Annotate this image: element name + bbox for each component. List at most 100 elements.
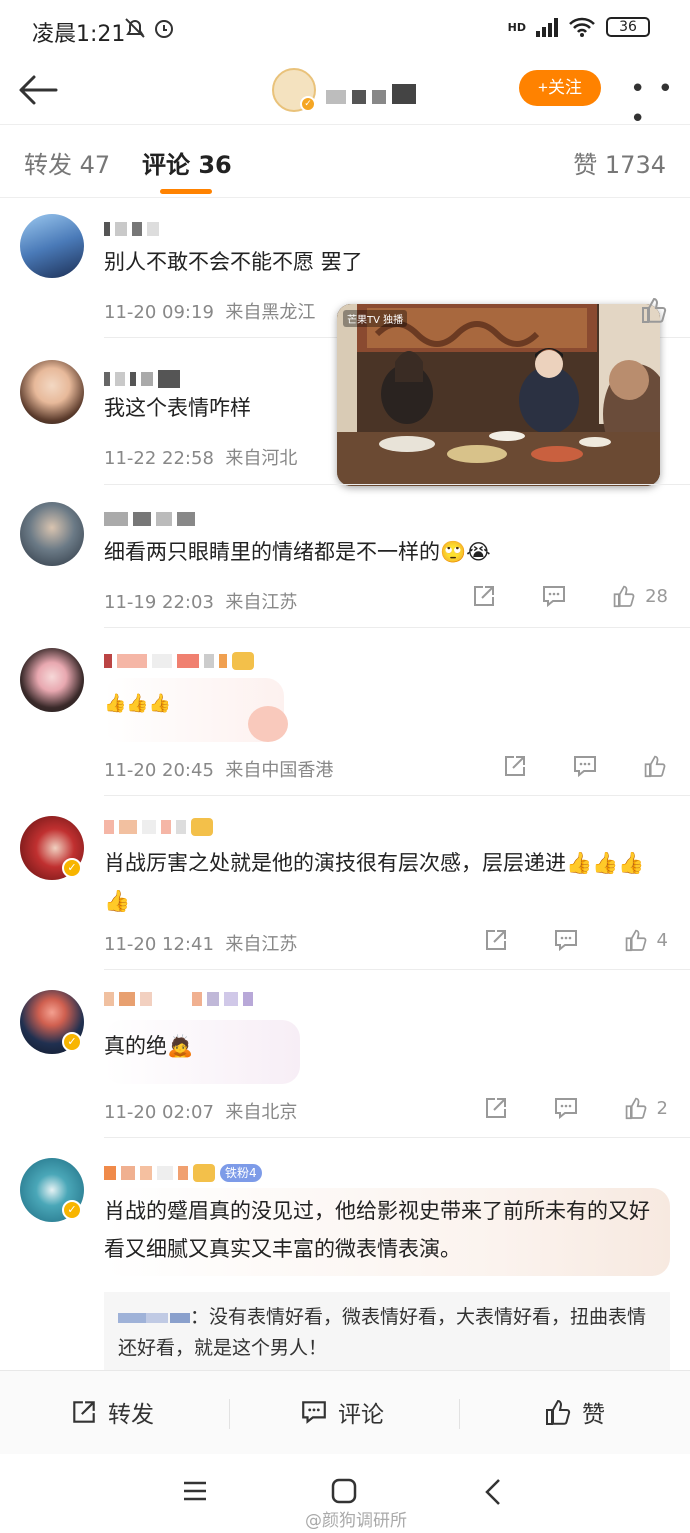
comment-actions: 2 xyxy=(483,1096,668,1120)
comment-text: 👍👍👍 xyxy=(104,693,172,714)
commenter-name-blurred[interactable] xyxy=(104,370,180,388)
commenter-avatar[interactable] xyxy=(20,502,84,566)
comment-time: 11-20 09:19 xyxy=(104,302,214,323)
top-nav: ✓ +关注 • • • xyxy=(0,60,690,134)
signal-icon xyxy=(536,17,558,37)
comment-time: 11-20 02:07 xyxy=(104,1102,214,1123)
comment-item: ✓ 肖战厉害之处就是他的演技很有层次感，层层递进👍👍👍👍 11-20 12:41… xyxy=(0,798,690,970)
bottom-action-bar: 转发 评论 赞 xyxy=(0,1370,690,1454)
comment-meta: 11-20 02:07 来自北京 xyxy=(104,1098,297,1124)
watermark: @颜狗调研所 xyxy=(305,1511,407,1531)
repost-icon[interactable] xyxy=(471,584,497,608)
like-icon xyxy=(546,1399,571,1425)
like-control[interactable]: 28 xyxy=(611,584,668,608)
author-name-blurred[interactable] xyxy=(326,84,416,104)
status-right-icons: HD 36 xyxy=(508,16,650,38)
comment-location: 来自北京 xyxy=(225,1102,298,1123)
comment-location: 来自河北 xyxy=(225,448,298,469)
video-channel-label: 芒果TV 独播 xyxy=(343,310,408,327)
repost-icon xyxy=(73,1401,95,1423)
comment-text: 真的绝🙇 xyxy=(104,1034,194,1058)
like-count: 28 xyxy=(645,585,668,607)
status-notification-icons xyxy=(124,16,180,45)
like-icon[interactable] xyxy=(623,1096,649,1120)
system-back-icon[interactable] xyxy=(484,1478,502,1506)
commenter-name-blurred[interactable] xyxy=(104,222,159,236)
comment-label: 评论 xyxy=(338,1402,384,1428)
recent-apps-icon[interactable] xyxy=(182,1480,208,1502)
fan-crown-icon xyxy=(232,652,254,670)
divider xyxy=(104,795,690,796)
separator xyxy=(229,1399,230,1429)
comment-actions: 4 xyxy=(483,928,668,952)
divider xyxy=(104,627,690,628)
commenter-avatar[interactable] xyxy=(20,648,84,712)
comment-item: 👍👍👍 11-20 20:45 来自中国香港 xyxy=(0,630,690,796)
comment-time: 11-20 12:41 xyxy=(104,934,214,955)
comment-text: 肖战厉害之处就是他的演技很有层次感，层层递进👍👍👍👍 xyxy=(104,851,645,913)
commenter-name-blurred[interactable]: 铁粉4 xyxy=(104,1164,262,1182)
tab-like[interactable]: 赞 1734 xyxy=(573,145,666,180)
reply-text: ：没有表情好看，微表情好看，大表情好看，扭曲表情还好看，就是这个男人！ xyxy=(118,1306,647,1359)
network-type: HD xyxy=(507,20,526,34)
mute-alarm-icon xyxy=(125,18,173,38)
floating-video-player[interactable]: 芒果TV 独播 xyxy=(337,304,660,486)
commenter-name-blurred[interactable] xyxy=(104,652,254,670)
comment-meta: 11-19 22:03 来自江苏 xyxy=(104,588,297,614)
tab-comment[interactable]: 评论 36 xyxy=(142,145,232,180)
reply-author-blurred xyxy=(118,1312,146,1323)
post-tabs: 转发 47 评论 36 赞 1734 xyxy=(0,124,690,198)
verified-badge-icon: ✓ xyxy=(300,96,316,112)
repost-icon[interactable] xyxy=(483,928,509,952)
battery-icon: 36 xyxy=(606,17,650,37)
comment-meta: 11-22 22:58 来自河北 xyxy=(104,444,297,470)
verified-badge-icon: ✓ xyxy=(62,1032,82,1052)
like-control[interactable]: 4 xyxy=(623,928,668,952)
divider xyxy=(104,969,690,970)
like-button[interactable]: 赞 xyxy=(544,1395,605,1429)
like-count: 2 xyxy=(656,1097,668,1119)
like-icon[interactable] xyxy=(611,584,637,608)
comment-meta: 11-20 12:41 来自江苏 xyxy=(104,930,297,956)
like-control[interactable]: 2 xyxy=(623,1096,668,1120)
like-icon[interactable] xyxy=(642,754,668,778)
wifi-icon xyxy=(569,17,595,37)
commenter-name-blurred[interactable] xyxy=(104,818,213,836)
comment-location: 来自中国香港 xyxy=(225,760,334,781)
commenter-avatar[interactable] xyxy=(20,360,84,424)
comment-icon xyxy=(302,1401,326,1424)
repost-button[interactable]: 转发 xyxy=(70,1395,154,1429)
comment-time: 11-22 22:58 xyxy=(104,448,214,469)
reply-preview[interactable]: ：没有表情好看，微表情好看，大表情好看，扭曲表情还好看，就是这个男人！ xyxy=(104,1292,670,1370)
comment-actions xyxy=(502,754,668,778)
commenter-name-blurred[interactable] xyxy=(104,512,195,526)
verified-badge-icon: ✓ xyxy=(62,858,82,878)
comment-location: 来自江苏 xyxy=(225,934,298,955)
comment-button[interactable]: 评论 xyxy=(300,1395,384,1429)
back-arrow-icon[interactable] xyxy=(16,68,60,112)
fan-level-badge: 铁粉4 xyxy=(220,1164,262,1182)
commenter-name-blurred[interactable] xyxy=(104,992,253,1006)
author-avatar[interactable]: ✓ xyxy=(272,68,316,112)
separator xyxy=(459,1399,460,1429)
comment-icon[interactable] xyxy=(572,754,598,778)
commenter-avatar[interactable] xyxy=(20,214,84,278)
like-icon[interactable] xyxy=(623,928,649,952)
comment-item: 细看两只眼睛里的情绪都是不一样的🙄😭 11-19 22:03 来自江苏 28 xyxy=(0,486,690,628)
comment-meta: 11-20 20:45 来自中国香港 xyxy=(104,756,333,782)
active-tab-indicator xyxy=(160,189,212,194)
tab-repost[interactable]: 转发 47 xyxy=(24,145,110,180)
comment-icon[interactable] xyxy=(541,584,567,608)
comment-location: 来自黑龙江 xyxy=(225,302,316,323)
divider xyxy=(104,484,690,485)
like-icon[interactable] xyxy=(640,296,668,324)
comment-text: 细看两只眼睛里的情绪都是不一样的🙄😭 xyxy=(104,540,491,564)
repost-icon[interactable] xyxy=(502,754,528,778)
system-navigation-bar: @颜狗调研所 xyxy=(0,1454,690,1533)
comment-icon[interactable] xyxy=(553,928,579,952)
fan-crown-icon xyxy=(191,818,213,836)
home-icon[interactable] xyxy=(331,1478,357,1504)
follow-button[interactable]: +关注 xyxy=(519,70,601,106)
repost-icon[interactable] xyxy=(483,1096,509,1120)
comment-icon[interactable] xyxy=(553,1096,579,1120)
